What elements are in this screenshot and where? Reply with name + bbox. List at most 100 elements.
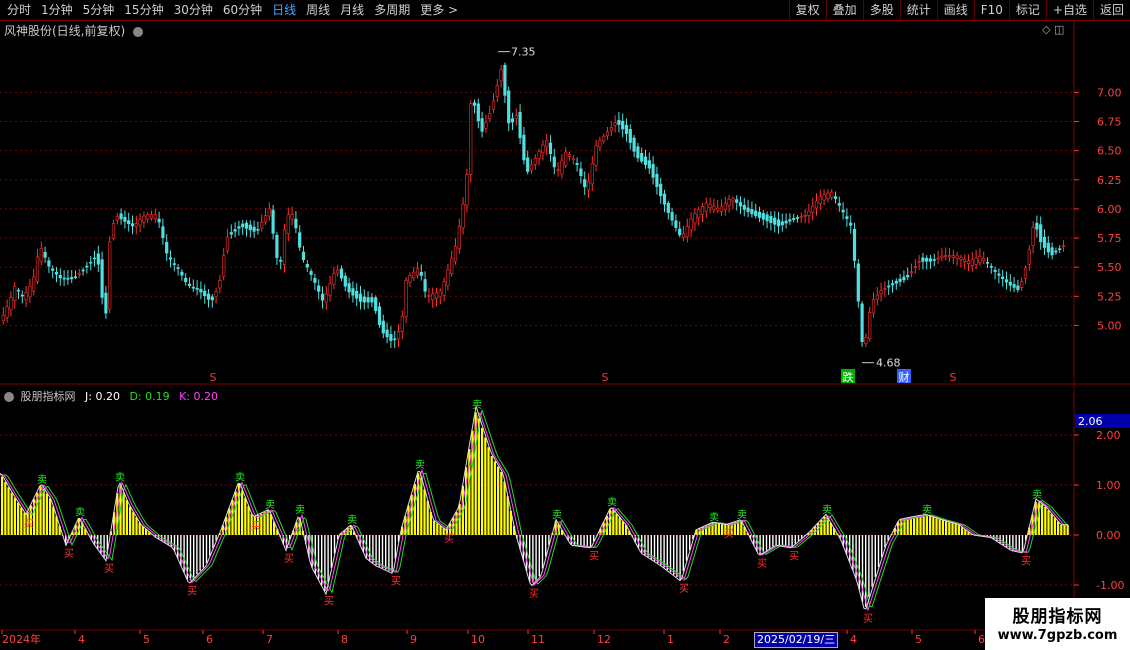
candle-body bbox=[165, 241, 169, 254]
candle-body bbox=[997, 273, 1001, 276]
candle-body bbox=[423, 279, 427, 292]
buy-signal-glyph: 买 bbox=[863, 613, 873, 625]
candle-body bbox=[966, 260, 971, 264]
indicator-bar-pos bbox=[10, 492, 13, 535]
main-y-tick-label: 6.50 bbox=[1097, 145, 1122, 158]
candle-body bbox=[393, 338, 397, 341]
candle-body bbox=[461, 203, 465, 229]
indicator-bar-pos bbox=[487, 447, 490, 535]
k-line bbox=[0, 411, 1068, 612]
candle-body bbox=[51, 268, 55, 271]
candle-body bbox=[108, 241, 112, 310]
indicator-bar-pos bbox=[1057, 521, 1060, 535]
candle-body bbox=[187, 283, 192, 286]
max-price-label: 7.35 bbox=[511, 46, 536, 59]
indicator-bar-neg bbox=[858, 535, 860, 590]
candle-body bbox=[909, 271, 914, 274]
indicator-bar-pos bbox=[954, 524, 957, 535]
indicator-bar-pos bbox=[132, 512, 135, 535]
candle-body bbox=[301, 251, 306, 261]
candle-body bbox=[358, 293, 363, 302]
candle-body bbox=[1031, 227, 1035, 246]
indicator-bar-neg bbox=[212, 535, 214, 549]
candle-body bbox=[100, 259, 104, 298]
chart-canvas[interactable]: 7.00 6.75 6.50 6.25 6.00 5.75 5.50 5.25 5.00 7.35… bbox=[0, 0, 1130, 650]
indicator-bar-pos bbox=[42, 488, 45, 535]
candle-body bbox=[465, 174, 469, 206]
candle-body bbox=[716, 207, 720, 211]
main-y-tick-label: 5.75 bbox=[1097, 232, 1122, 245]
candle-body bbox=[431, 293, 435, 301]
sell-signal-glyph: 卖 bbox=[472, 399, 482, 411]
ind-y-tick-label: 2.00 bbox=[1096, 429, 1121, 442]
event-marker: 财 bbox=[899, 370, 910, 384]
time-axis-label: 4 bbox=[850, 633, 857, 646]
main-y-tick-label: 7.00 bbox=[1097, 86, 1122, 99]
indicator-bar-pos bbox=[135, 517, 138, 535]
candle-body bbox=[894, 280, 898, 284]
candle-body bbox=[788, 219, 792, 222]
candle-body bbox=[427, 294, 431, 297]
indicator-bar-pos bbox=[13, 497, 16, 535]
candle-body bbox=[484, 122, 488, 129]
time-axis-label: 5 bbox=[915, 633, 922, 646]
candle-body bbox=[149, 214, 154, 219]
indicator-bar-pos bbox=[922, 515, 925, 535]
indicator-bar-pos bbox=[497, 466, 500, 535]
candle-body bbox=[982, 258, 986, 261]
candle-body bbox=[20, 294, 24, 297]
candle-body bbox=[62, 277, 66, 280]
indicator-bar-neg bbox=[385, 535, 387, 570]
event-marker: S bbox=[210, 371, 217, 384]
candle-body bbox=[583, 179, 587, 188]
candle-body bbox=[328, 283, 332, 296]
candle-body bbox=[974, 257, 978, 265]
indicator-bar-pos bbox=[1053, 517, 1056, 535]
indicator-bar-pos bbox=[49, 498, 52, 535]
candle-body bbox=[621, 120, 625, 130]
indicator-bar-neg bbox=[545, 535, 547, 557]
event-marker: 跌 bbox=[843, 370, 854, 384]
indicator-bar-pos bbox=[913, 517, 916, 535]
candle-body bbox=[803, 214, 807, 217]
main-y-tick-label: 5.25 bbox=[1097, 290, 1122, 303]
time-axis-label: 9 bbox=[410, 633, 417, 646]
candle-body bbox=[96, 253, 100, 265]
candle-body bbox=[704, 202, 708, 212]
indicator-bar-neg bbox=[871, 535, 873, 587]
indicator-bar-pos bbox=[423, 489, 426, 535]
candle-body bbox=[305, 263, 309, 268]
candle-body bbox=[146, 214, 150, 220]
candle-body bbox=[510, 118, 515, 123]
indicator-bar-neg bbox=[791, 535, 793, 547]
indicator-bar-pos bbox=[615, 513, 618, 535]
candle-body bbox=[830, 191, 834, 198]
indicator-bar-pos bbox=[618, 517, 621, 535]
candle-body bbox=[73, 276, 78, 278]
candle-body bbox=[176, 267, 180, 269]
candle-body bbox=[476, 103, 480, 122]
candle-body bbox=[206, 293, 211, 300]
indicator-bar-pos bbox=[477, 418, 480, 535]
sell-signal-glyph: 卖 bbox=[295, 504, 305, 516]
candle-body bbox=[776, 219, 781, 227]
indicator-bar-neg bbox=[394, 535, 396, 559]
candle-body bbox=[43, 251, 47, 258]
candle-body bbox=[598, 140, 602, 148]
indicator-bar-neg bbox=[785, 535, 787, 547]
time-axis-label: 2024年 bbox=[2, 632, 41, 646]
candle-body bbox=[575, 163, 579, 165]
candle-body bbox=[195, 287, 199, 290]
indicator-bar-neg bbox=[324, 535, 326, 592]
candle-body bbox=[693, 213, 697, 224]
candle-body bbox=[545, 140, 549, 148]
candle-body bbox=[9, 297, 13, 310]
candle-body bbox=[66, 277, 70, 280]
candle-body bbox=[70, 277, 74, 280]
candle-body bbox=[712, 206, 716, 210]
indicator-bar-neg bbox=[580, 535, 582, 547]
indicator-bar-neg bbox=[775, 535, 777, 546]
sell-signal-glyph: 卖 bbox=[607, 497, 617, 509]
candle-body bbox=[85, 265, 89, 268]
candle-body bbox=[1054, 250, 1058, 253]
